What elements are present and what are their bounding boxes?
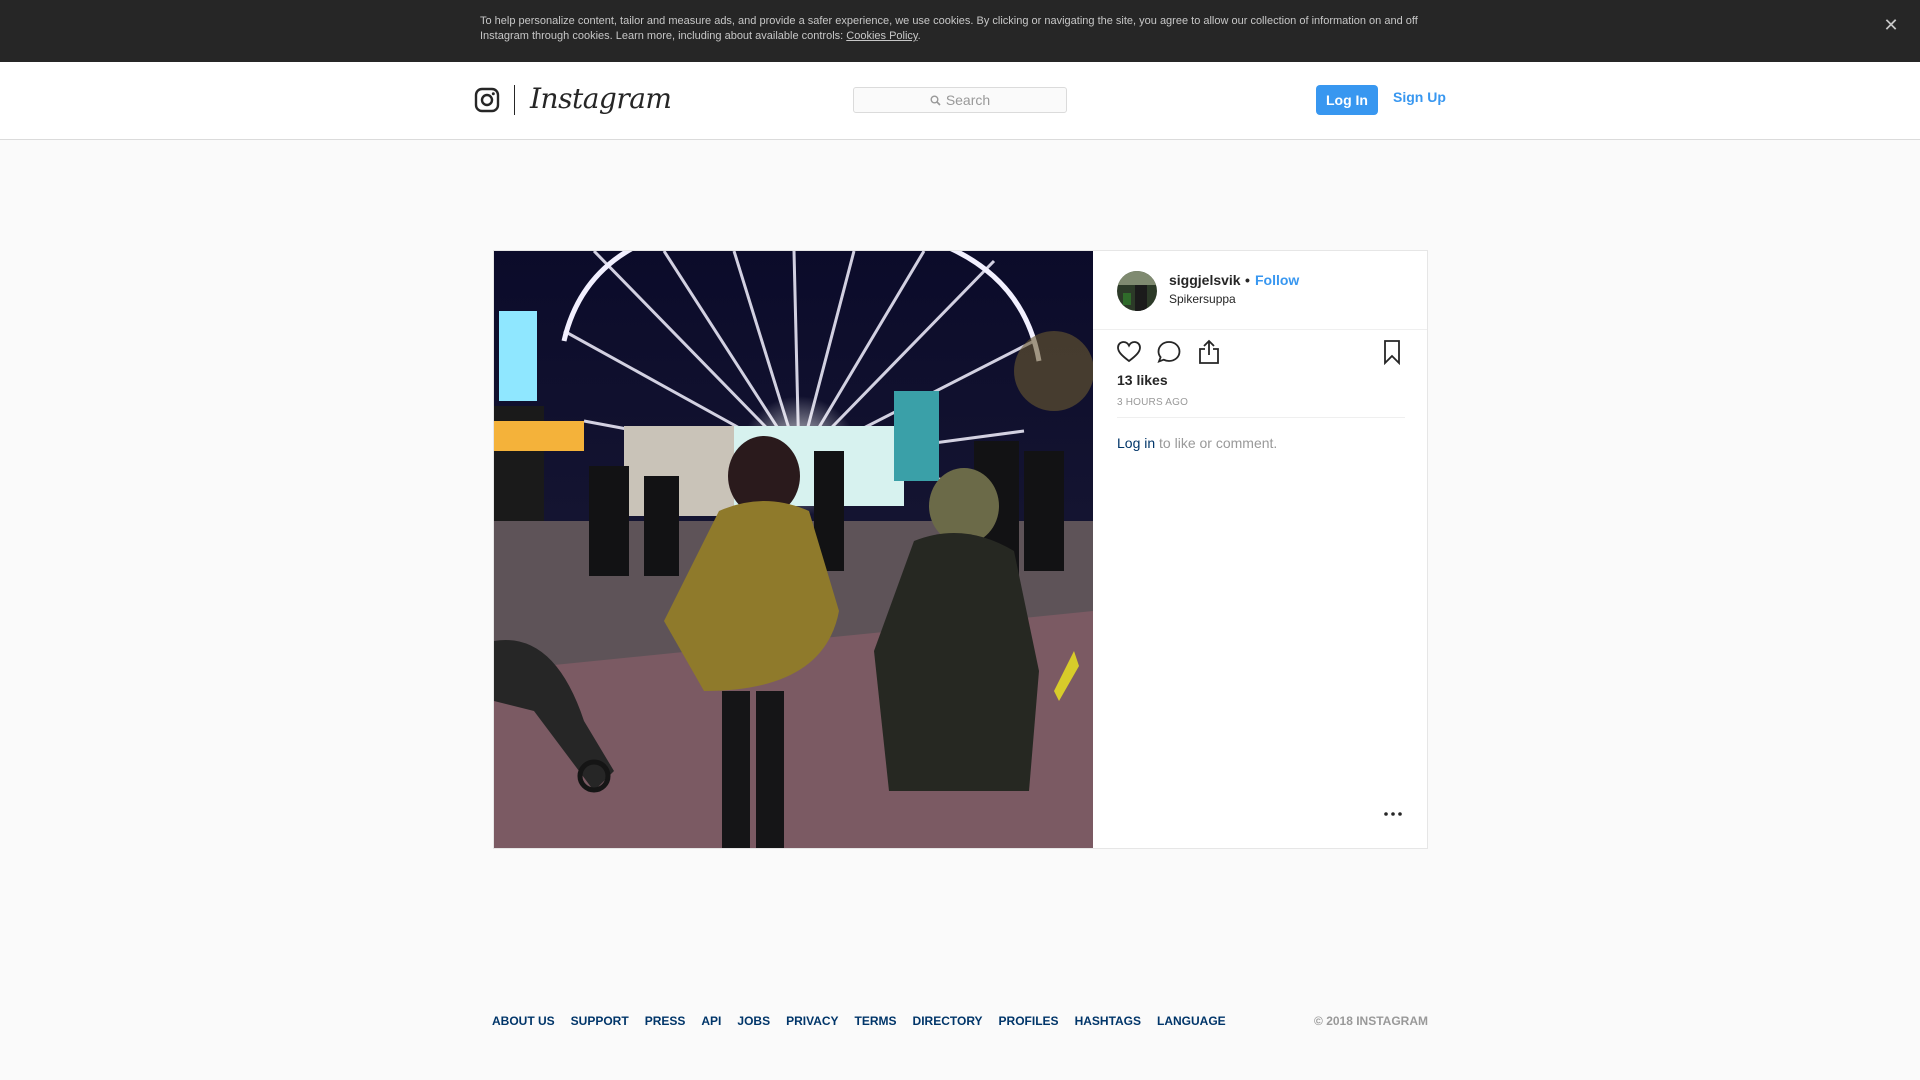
close-icon[interactable]: ✕	[1880, 14, 1902, 36]
post-sidebar: siggjelsvik • Follow Spikersuppa 13 like…	[1093, 251, 1427, 848]
cookie-banner: To help personalize content, tailor and …	[0, 0, 1920, 62]
instagram-glyph-icon[interactable]	[474, 87, 500, 113]
footer-link-directory[interactable]: DIRECTORY	[913, 1014, 983, 1028]
log-in-button[interactable]: Log In	[1316, 85, 1378, 115]
location-link[interactable]: Spikersuppa	[1169, 292, 1236, 306]
log-in-link[interactable]: Log in	[1117, 435, 1155, 451]
search-icon	[930, 95, 941, 106]
post-timestamp[interactable]: 3 HOURS AGO	[1117, 397, 1188, 408]
logo-divider	[514, 85, 515, 115]
search-input[interactable]: Search	[853, 87, 1067, 113]
footer-link-terms[interactable]: TERMS	[855, 1014, 897, 1028]
divider	[1117, 417, 1405, 418]
login-prompt: Log in to like or comment.	[1117, 435, 1277, 451]
footer-link-support[interactable]: SUPPORT	[571, 1014, 629, 1028]
copyright: © 2018 INSTAGRAM	[1314, 1014, 1428, 1028]
avatar[interactable]	[1117, 271, 1157, 311]
more-options-icon[interactable]	[1382, 807, 1404, 821]
footer-link-about-us[interactable]: ABOUT US	[492, 1014, 555, 1028]
footer-link-hashtags[interactable]: HASHTAGS	[1075, 1014, 1141, 1028]
top-nav: Instagram Search Log In Sign Up	[0, 62, 1920, 140]
cookie-message: To help personalize content, tailor and …	[480, 15, 1418, 42]
heart-icon[interactable]	[1116, 339, 1142, 365]
footer: ABOUT US SUPPORT PRESS API JOBS PRIVACY …	[492, 1014, 1428, 1030]
footer-links: ABOUT US SUPPORT PRESS API JOBS PRIVACY …	[492, 1014, 1226, 1028]
footer-link-api[interactable]: API	[701, 1014, 721, 1028]
cookie-text: To help personalize content, tailor and …	[480, 14, 1440, 44]
post-photo[interactable]	[494, 251, 1093, 848]
ferris-wheel-photo	[494, 251, 1093, 848]
cookies-policy-link[interactable]: Cookies Policy	[846, 30, 917, 42]
post-card: siggjelsvik • Follow Spikersuppa 13 like…	[493, 250, 1428, 849]
share-icon[interactable]	[1196, 339, 1222, 365]
separator-dot: •	[1245, 272, 1250, 288]
cookie-suffix: .	[917, 30, 921, 42]
footer-link-jobs[interactable]: JOBS	[737, 1014, 770, 1028]
comment-icon[interactable]	[1156, 339, 1182, 365]
instagram-wordmark[interactable]: Instagram	[530, 82, 672, 115]
footer-link-language[interactable]: LANGUAGE	[1157, 1014, 1226, 1028]
follow-button[interactable]: Follow	[1255, 272, 1299, 288]
footer-link-profiles[interactable]: PROFILES	[999, 1014, 1059, 1028]
post-header: siggjelsvik • Follow Spikersuppa	[1093, 251, 1427, 330]
footer-link-privacy[interactable]: PRIVACY	[786, 1014, 838, 1028]
likes-count[interactable]: 13 likes	[1117, 372, 1168, 388]
username-link[interactable]: siggjelsvik	[1169, 272, 1241, 288]
footer-link-press[interactable]: PRESS	[645, 1014, 686, 1028]
avatar-image	[1117, 271, 1157, 311]
sign-up-link[interactable]: Sign Up	[1393, 89, 1446, 105]
search-inner: Search	[854, 88, 1066, 112]
bookmark-icon[interactable]	[1379, 339, 1405, 365]
login-prompt-suffix: to like or comment.	[1155, 435, 1278, 451]
search-placeholder: Search	[945, 92, 991, 108]
